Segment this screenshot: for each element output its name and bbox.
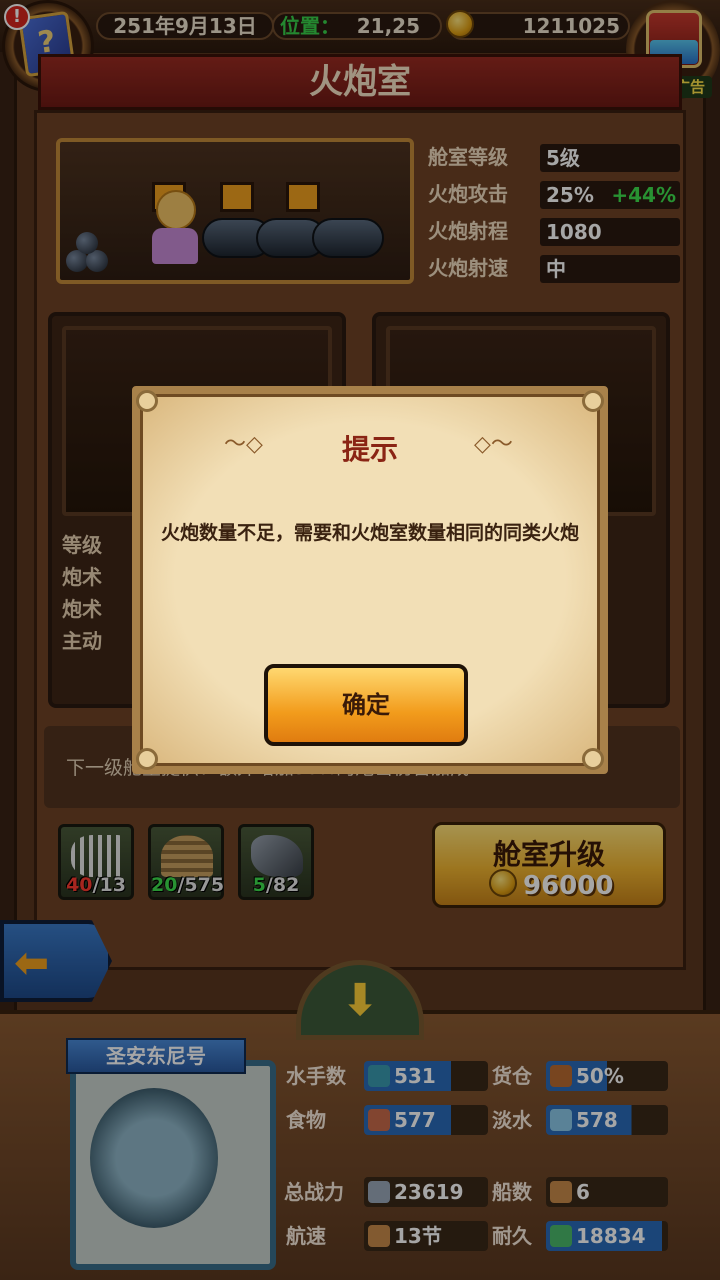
flourish-right-icon: ◇〜 bbox=[474, 432, 513, 457]
corner-ornament bbox=[582, 390, 604, 412]
corner-ornament bbox=[136, 390, 158, 412]
dialog-message: 火炮数量不足，需要和火炮室数量相同的同类火炮 bbox=[160, 522, 579, 544]
confirm-button[interactable]: 确定 bbox=[264, 664, 468, 746]
corner-ornament bbox=[582, 748, 604, 770]
hint-dialog: 〜◇ 提示 ◇〜 火炮数量不足，需要和火炮室数量相同的同类火炮 确定 bbox=[132, 386, 608, 774]
corner-ornament bbox=[136, 748, 158, 770]
